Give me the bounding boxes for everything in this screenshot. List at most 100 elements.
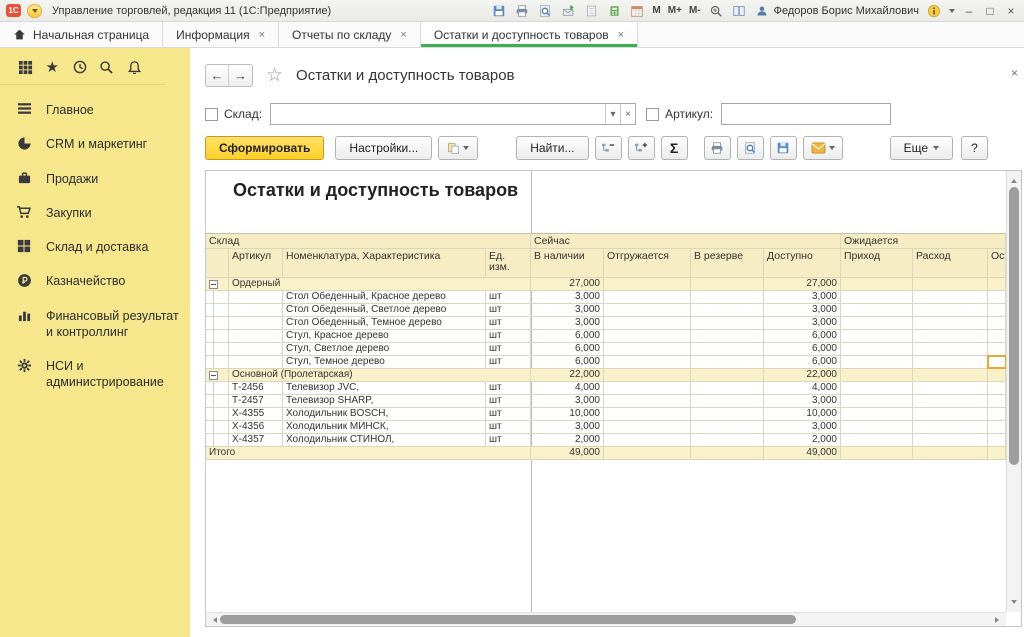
cell-shipping[interactable] bbox=[604, 434, 691, 447]
cell-available[interactable]: 4,000 bbox=[764, 382, 841, 395]
sidebar-item-treasury[interactable]: Казначейство bbox=[0, 264, 190, 298]
cell-reserved[interactable] bbox=[691, 343, 764, 356]
expander-cell[interactable] bbox=[206, 382, 229, 395]
cell-nomenclature[interactable]: Стул, Светлое дерево bbox=[283, 343, 486, 356]
report-close-icon[interactable]: × bbox=[1011, 66, 1018, 80]
cell-group-label[interactable]: Ордерный bbox=[229, 278, 531, 291]
horizontal-scroll-thumb[interactable] bbox=[220, 615, 796, 624]
cell-available[interactable]: 3,000 bbox=[764, 291, 841, 304]
expander-header-cell[interactable] bbox=[206, 249, 229, 278]
cell-reserved[interactable] bbox=[691, 304, 764, 317]
cell-reserved[interactable] bbox=[691, 369, 764, 382]
cell-incoming[interactable] bbox=[841, 369, 913, 382]
sidebar-item-warehouse[interactable]: Склад и доставка bbox=[0, 230, 190, 264]
cell-incoming[interactable] bbox=[841, 356, 913, 369]
warehouse-dropdown-icon[interactable]: ▾ bbox=[605, 104, 620, 124]
cell-reserved[interactable] bbox=[691, 408, 764, 421]
column-header-cell[interactable]: В резерве bbox=[691, 249, 764, 278]
cell-in-stock[interactable]: 49,000 bbox=[531, 447, 604, 460]
scroll-down-icon[interactable] bbox=[1011, 600, 1017, 607]
cell-os[interactable] bbox=[988, 278, 1006, 291]
cell-in-stock[interactable]: 2,000 bbox=[531, 434, 604, 447]
cell-available[interactable]: 49,000 bbox=[764, 447, 841, 460]
cell-available[interactable]: 3,000 bbox=[764, 304, 841, 317]
cell-unit[interactable]: шт bbox=[486, 356, 531, 369]
cell-incoming[interactable] bbox=[841, 330, 913, 343]
cell-nomenclature[interactable]: Холодильник BOSCH, bbox=[283, 408, 486, 421]
cell-outgoing[interactable] bbox=[913, 434, 988, 447]
cell-article[interactable] bbox=[229, 356, 283, 369]
cell-unit[interactable]: шт bbox=[486, 291, 531, 304]
cell-in-stock[interactable]: 6,000 bbox=[531, 356, 604, 369]
print-button[interactable] bbox=[704, 136, 731, 160]
cell-available[interactable]: 6,000 bbox=[764, 356, 841, 369]
column-header-cell[interactable]: В наличии bbox=[531, 249, 604, 278]
cell-incoming[interactable] bbox=[841, 434, 913, 447]
cell-incoming[interactable] bbox=[841, 408, 913, 421]
expander-cell[interactable] bbox=[206, 395, 229, 408]
cell-incoming[interactable] bbox=[841, 317, 913, 330]
expander-cell[interactable] bbox=[206, 278, 229, 291]
vertical-scrollbar[interactable] bbox=[1006, 171, 1021, 612]
bell-icon[interactable] bbox=[125, 58, 143, 76]
warehouse-clear-icon[interactable]: × bbox=[620, 104, 635, 124]
sidebar-item-main[interactable]: Главное bbox=[0, 93, 190, 127]
cell-os[interactable] bbox=[988, 447, 1006, 460]
cell-os[interactable] bbox=[988, 408, 1006, 421]
tab-information[interactable]: Информация × bbox=[163, 22, 279, 47]
cell-shipping[interactable] bbox=[604, 330, 691, 343]
cell-article[interactable] bbox=[229, 330, 283, 343]
generate-button[interactable]: Сформировать bbox=[205, 136, 324, 160]
cell-unit[interactable]: шт bbox=[486, 330, 531, 343]
cell-outgoing[interactable] bbox=[913, 291, 988, 304]
cell-outgoing[interactable] bbox=[913, 278, 988, 291]
cell-os[interactable] bbox=[988, 369, 1006, 382]
cell-nomenclature[interactable]: Стол Обеденный, Красное дерево bbox=[283, 291, 486, 304]
expander-cell[interactable] bbox=[206, 356, 229, 369]
cell-article[interactable]: Х-4356 bbox=[229, 421, 283, 434]
collapse-groups-button[interactable] bbox=[595, 136, 622, 160]
cell-article[interactable]: Х-4357 bbox=[229, 434, 283, 447]
spreadsheet-canvas[interactable]: Остатки и доступность товаров СкладСейча… bbox=[206, 171, 1006, 612]
cell-available[interactable]: 6,000 bbox=[764, 343, 841, 356]
cell-in-stock[interactable]: 3,000 bbox=[531, 291, 604, 304]
collapse-group-icon[interactable] bbox=[209, 371, 218, 380]
cell-os[interactable] bbox=[988, 330, 1006, 343]
send-report-button[interactable] bbox=[803, 136, 843, 160]
cell-in-stock[interactable]: 3,000 bbox=[531, 304, 604, 317]
calendar-icon[interactable] bbox=[629, 3, 645, 19]
cell-reserved[interactable] bbox=[691, 356, 764, 369]
cell-nomenclature[interactable]: Стол Обеденный, Темное дерево bbox=[283, 317, 486, 330]
cell-shipping[interactable] bbox=[604, 408, 691, 421]
favorite-star-icon[interactable]: ☆ bbox=[266, 64, 283, 87]
print-preview-icon[interactable] bbox=[537, 3, 553, 19]
expander-cell[interactable] bbox=[206, 330, 229, 343]
cell-in-stock[interactable]: 3,000 bbox=[531, 395, 604, 408]
cell-os[interactable] bbox=[988, 304, 1006, 317]
cell-in-stock[interactable]: 10,000 bbox=[531, 408, 604, 421]
cell-os[interactable] bbox=[988, 421, 1006, 434]
vertical-scroll-thumb[interactable] bbox=[1009, 187, 1019, 465]
preview-button[interactable] bbox=[737, 136, 764, 160]
more-button[interactable]: Еще bbox=[890, 136, 953, 160]
cell-unit[interactable]: шт bbox=[486, 343, 531, 356]
column-header-cell[interactable]: Ед. изм. bbox=[486, 249, 531, 278]
star-icon[interactable]: ★ bbox=[43, 58, 61, 76]
memory-button[interactable]: M bbox=[652, 5, 660, 16]
cell-outgoing[interactable] bbox=[913, 421, 988, 434]
column-header-cell[interactable]: Приход bbox=[841, 249, 913, 278]
cell-shipping[interactable] bbox=[604, 278, 691, 291]
cell-available[interactable]: 2,000 bbox=[764, 434, 841, 447]
cell-article[interactable] bbox=[229, 317, 283, 330]
tab-close-icon[interactable]: × bbox=[618, 29, 624, 41]
cell-reserved[interactable] bbox=[691, 330, 764, 343]
collapse-group-icon[interactable] bbox=[209, 280, 218, 289]
cell-in-stock[interactable]: 3,000 bbox=[531, 421, 604, 434]
find-button[interactable]: Найти... bbox=[516, 136, 588, 160]
expander-cell[interactable] bbox=[206, 421, 229, 434]
expander-cell[interactable] bbox=[206, 434, 229, 447]
sidebar-item-master-data[interactable]: НСИ и администрирование bbox=[0, 349, 190, 400]
cell-available[interactable]: 22,000 bbox=[764, 369, 841, 382]
cell-available[interactable]: 3,000 bbox=[764, 421, 841, 434]
cell-nomenclature[interactable]: Стол Обеденный, Светлое дерево bbox=[283, 304, 486, 317]
